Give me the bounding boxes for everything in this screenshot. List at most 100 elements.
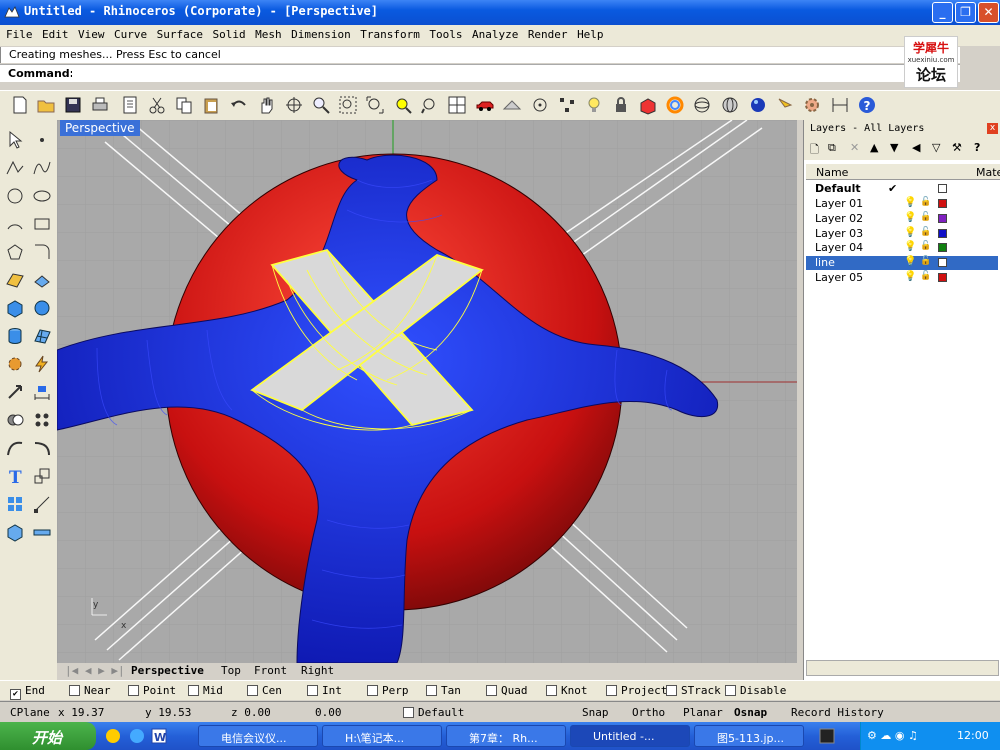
- layer-color-swatch[interactable]: [938, 243, 947, 252]
- menu-render[interactable]: Render: [528, 28, 568, 41]
- rectangle-icon[interactable]: [32, 214, 52, 234]
- ruler-icon[interactable]: [32, 522, 52, 542]
- move-up-icon[interactable]: ▲: [870, 141, 878, 154]
- menu-view[interactable]: View: [78, 28, 105, 41]
- light-bulb-icon[interactable]: 💡: [904, 271, 916, 282]
- move-icon[interactable]: [5, 382, 25, 402]
- osnap-perp[interactable]: Perp: [367, 684, 409, 697]
- fillet-icon[interactable]: [32, 242, 52, 262]
- menu-help[interactable]: Help: [577, 28, 604, 41]
- scale-icon[interactable]: [32, 466, 52, 486]
- menu-solid[interactable]: Solid: [212, 28, 245, 41]
- dimension-tool-icon[interactable]: [32, 382, 52, 402]
- layer-row-04[interactable]: Layer 04 💡 🔓: [806, 241, 998, 255]
- arc-icon[interactable]: [5, 214, 25, 234]
- tab-scroll-arrows[interactable]: |◀ ◀ ▶ ▶|: [65, 664, 125, 677]
- zoom-extents-icon[interactable]: [365, 95, 385, 115]
- menu-file[interactable]: File: [6, 28, 33, 41]
- circle-icon[interactable]: [5, 186, 25, 206]
- checkbox-icon[interactable]: [426, 685, 437, 696]
- zoom-window-icon[interactable]: [338, 95, 358, 115]
- menu-tools[interactable]: Tools: [429, 28, 462, 41]
- array-icon[interactable]: [32, 410, 52, 430]
- layer-color-swatch[interactable]: [938, 214, 947, 223]
- lock-icon[interactable]: 🔓: [920, 212, 931, 222]
- new-sublayer-icon[interactable]: ⧉: [828, 141, 836, 155]
- task-rhino[interactable]: Untitled -...: [570, 725, 690, 747]
- checkbox-icon[interactable]: [307, 685, 318, 696]
- lock-icon[interactable]: [611, 95, 631, 115]
- filter-icon[interactable]: ▽: [932, 141, 940, 154]
- curve-icon[interactable]: [32, 158, 52, 178]
- osnap-strack[interactable]: STrack: [666, 684, 721, 697]
- task-meeting[interactable]: 电信会议仪...: [198, 725, 318, 747]
- checkbox-icon[interactable]: [486, 685, 497, 696]
- transform-gears-icon[interactable]: [5, 354, 25, 374]
- layers-horizontal-scrollbar[interactable]: [806, 660, 999, 676]
- tools-icon[interactable]: ⚒: [952, 141, 962, 154]
- osnap-knot[interactable]: Knot: [546, 684, 588, 697]
- layer-color-swatch[interactable]: [938, 258, 947, 267]
- header-name[interactable]: Name: [816, 166, 848, 179]
- tab-front[interactable]: Front: [254, 664, 287, 677]
- open-folder-icon[interactable]: [36, 95, 56, 115]
- move-level-icon[interactable]: ◀: [912, 141, 920, 154]
- light-bulb-icon[interactable]: [584, 95, 604, 115]
- layer-row-line[interactable]: line 💡 🔓: [806, 256, 998, 270]
- lock-icon[interactable]: 🔓: [920, 197, 931, 207]
- status-record-history[interactable]: Record History: [791, 706, 884, 719]
- light-bulb-icon[interactable]: 💡: [904, 241, 916, 252]
- mesh-icon[interactable]: [32, 326, 52, 346]
- shade-icon[interactable]: [638, 95, 658, 115]
- ellipse-icon[interactable]: [32, 186, 52, 206]
- menu-mesh[interactable]: Mesh: [255, 28, 282, 41]
- restore-button[interactable]: ❐: [955, 2, 976, 23]
- text-icon[interactable]: T: [5, 466, 25, 486]
- layer-color-swatch[interactable]: [938, 184, 947, 193]
- rhino-app-icon[interactable]: [4, 5, 20, 19]
- checkbox-icon[interactable]: [247, 685, 258, 696]
- task-image[interactable]: 图5-113.jp...: [694, 725, 804, 747]
- osnap-mid[interactable]: Mid: [188, 684, 223, 697]
- perspective-viewport[interactable]: y x: [57, 120, 797, 663]
- delete-layer-icon[interactable]: ✕: [850, 141, 859, 154]
- task-explorer[interactable]: H:\笔记本...: [322, 725, 442, 747]
- analyze-lightning-icon[interactable]: [32, 354, 52, 374]
- osnap-near[interactable]: Near: [69, 684, 111, 697]
- car-render-icon[interactable]: [475, 95, 495, 115]
- settings-gear-icon[interactable]: [802, 95, 822, 115]
- color-wheel-icon[interactable]: [665, 95, 685, 115]
- header-material[interactable]: Mate: [976, 166, 1000, 179]
- cylinder-icon[interactable]: [5, 326, 25, 346]
- boolean-icon[interactable]: [5, 410, 25, 430]
- checkbox-icon[interactable]: [666, 685, 677, 696]
- rendered-sphere-icon[interactable]: [748, 95, 768, 115]
- checkbox-icon[interactable]: [546, 685, 557, 696]
- tray-icons[interactable]: ⚙ ☁ ◉ ♫: [867, 729, 918, 742]
- layer-color-swatch[interactable]: [938, 273, 947, 282]
- command-input[interactable]: [72, 66, 952, 81]
- layer-row-01[interactable]: Layer 01 💡 🔓: [806, 197, 998, 211]
- extrude-icon[interactable]: [32, 270, 52, 290]
- blend-icon[interactable]: [32, 438, 52, 458]
- spotlight-icon[interactable]: [775, 95, 795, 115]
- quicklaunch-word-icon[interactable]: W: [150, 727, 168, 745]
- checkbox-icon[interactable]: [128, 685, 139, 696]
- close-button[interactable]: ✕: [978, 2, 999, 23]
- edit-points-icon[interactable]: [32, 494, 52, 514]
- menu-transform[interactable]: Transform: [360, 28, 420, 41]
- save-icon[interactable]: [63, 95, 83, 115]
- osnap-project[interactable]: Project: [606, 684, 667, 697]
- status-osnap[interactable]: Osnap: [734, 706, 767, 719]
- lock-icon[interactable]: 🔓: [920, 256, 931, 266]
- tab-right[interactable]: Right: [301, 664, 334, 677]
- wireframe-sphere-icon[interactable]: [692, 95, 712, 115]
- status-ortho[interactable]: Ortho: [632, 706, 665, 719]
- checkbox-icon[interactable]: [188, 685, 199, 696]
- minimize-button[interactable]: _: [932, 2, 953, 23]
- menu-analyze[interactable]: Analyze: [472, 28, 518, 41]
- new-file-icon[interactable]: [10, 95, 30, 115]
- solid-box-icon[interactable]: [5, 522, 25, 542]
- ghosted-sphere-icon[interactable]: [720, 95, 740, 115]
- sphere-icon[interactable]: [32, 298, 52, 318]
